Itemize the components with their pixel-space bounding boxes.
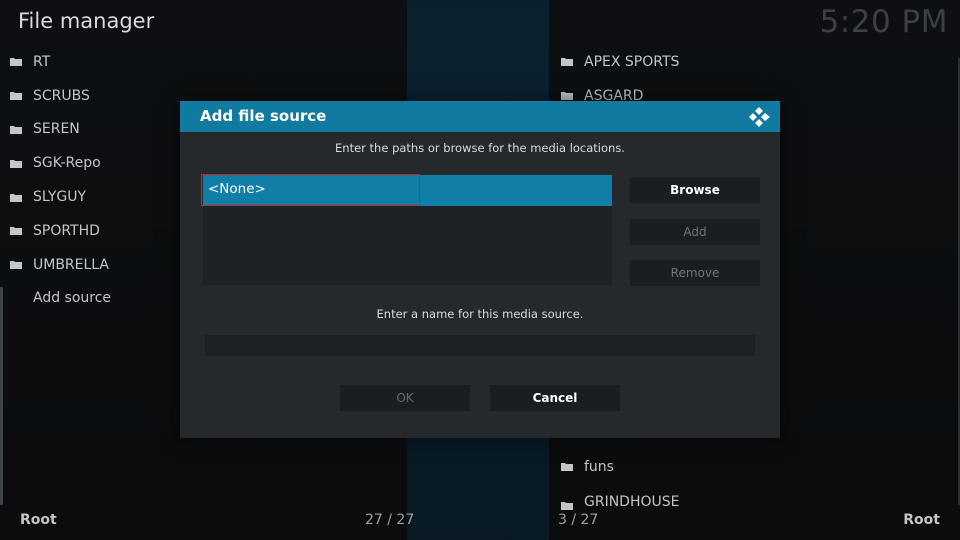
remove-button[interactable]: Remove <box>630 260 760 286</box>
left-scrollbar[interactable] <box>0 287 3 505</box>
left-list-item-label: SCRUBS <box>33 87 90 104</box>
folder-icon <box>10 125 22 134</box>
left-list-item-label: UMBRELLA <box>33 256 110 273</box>
left-list-item-label: SGK-Repo <box>33 155 101 172</box>
clock: 5:20 PM <box>819 4 948 40</box>
paths-hint: Enter the paths or browse for the media … <box>335 141 625 155</box>
right-list-item-label: APEX SPORTS <box>584 53 680 70</box>
right-list-item-label: GRINDHOUSE <box>584 493 680 510</box>
add-button[interactable]: Add <box>630 219 760 245</box>
folder-icon <box>561 57 573 67</box>
left-item-count: 27 / 27 <box>365 512 415 528</box>
name-hint: Enter a name for this media source. <box>376 307 584 321</box>
add-source-label: Add source <box>33 290 112 307</box>
folder-icon <box>561 462 573 472</box>
folder-icon <box>10 226 22 236</box>
cancel-button[interactable]: Cancel <box>490 385 620 411</box>
right-list-item[interactable]: APEX SPORTS <box>550 45 960 79</box>
left-list-item-label: RT <box>33 53 51 70</box>
media-source-name-input[interactable] <box>205 335 755 356</box>
dialog-header: Add file source <box>180 101 780 132</box>
folder-icon <box>10 193 22 202</box>
kodi-logo-icon <box>747 106 771 128</box>
right-pane-list-bottom: funs GRINDHOUSE <box>550 450 960 510</box>
path-list-item[interactable]: <None> <box>201 174 612 206</box>
left-location-label: Root <box>20 512 57 528</box>
dialog-title: Add file source <box>200 107 327 125</box>
right-location-label: Root <box>903 512 940 528</box>
right-item-count: 3 / 27 <box>558 512 599 528</box>
path-list[interactable]: <None> <box>201 174 612 285</box>
left-list-item-label: SPORTHD <box>33 222 100 239</box>
folder-icon <box>10 91 22 101</box>
left-list-item[interactable]: RT <box>0 45 230 79</box>
app-title: File manager <box>18 9 155 33</box>
ok-button[interactable]: OK <box>340 385 470 411</box>
folder-icon <box>10 159 22 168</box>
folder-icon <box>10 57 22 67</box>
left-list-item-label: SLYGUY <box>33 189 87 206</box>
right-list-item[interactable]: GRINDHOUSE <box>550 484 960 510</box>
right-list-item[interactable]: funs <box>550 450 960 484</box>
browse-button[interactable]: Browse <box>630 177 760 203</box>
folder-icon <box>10 260 22 270</box>
red-highlight-box <box>201 174 420 206</box>
folder-icon <box>561 501 573 510</box>
add-file-source-dialog: Add file source Enter the paths or brows… <box>180 101 780 438</box>
left-list-item-label: SEREN <box>33 121 80 138</box>
right-list-item-label: funs <box>584 458 614 475</box>
folder-icon <box>561 91 573 101</box>
